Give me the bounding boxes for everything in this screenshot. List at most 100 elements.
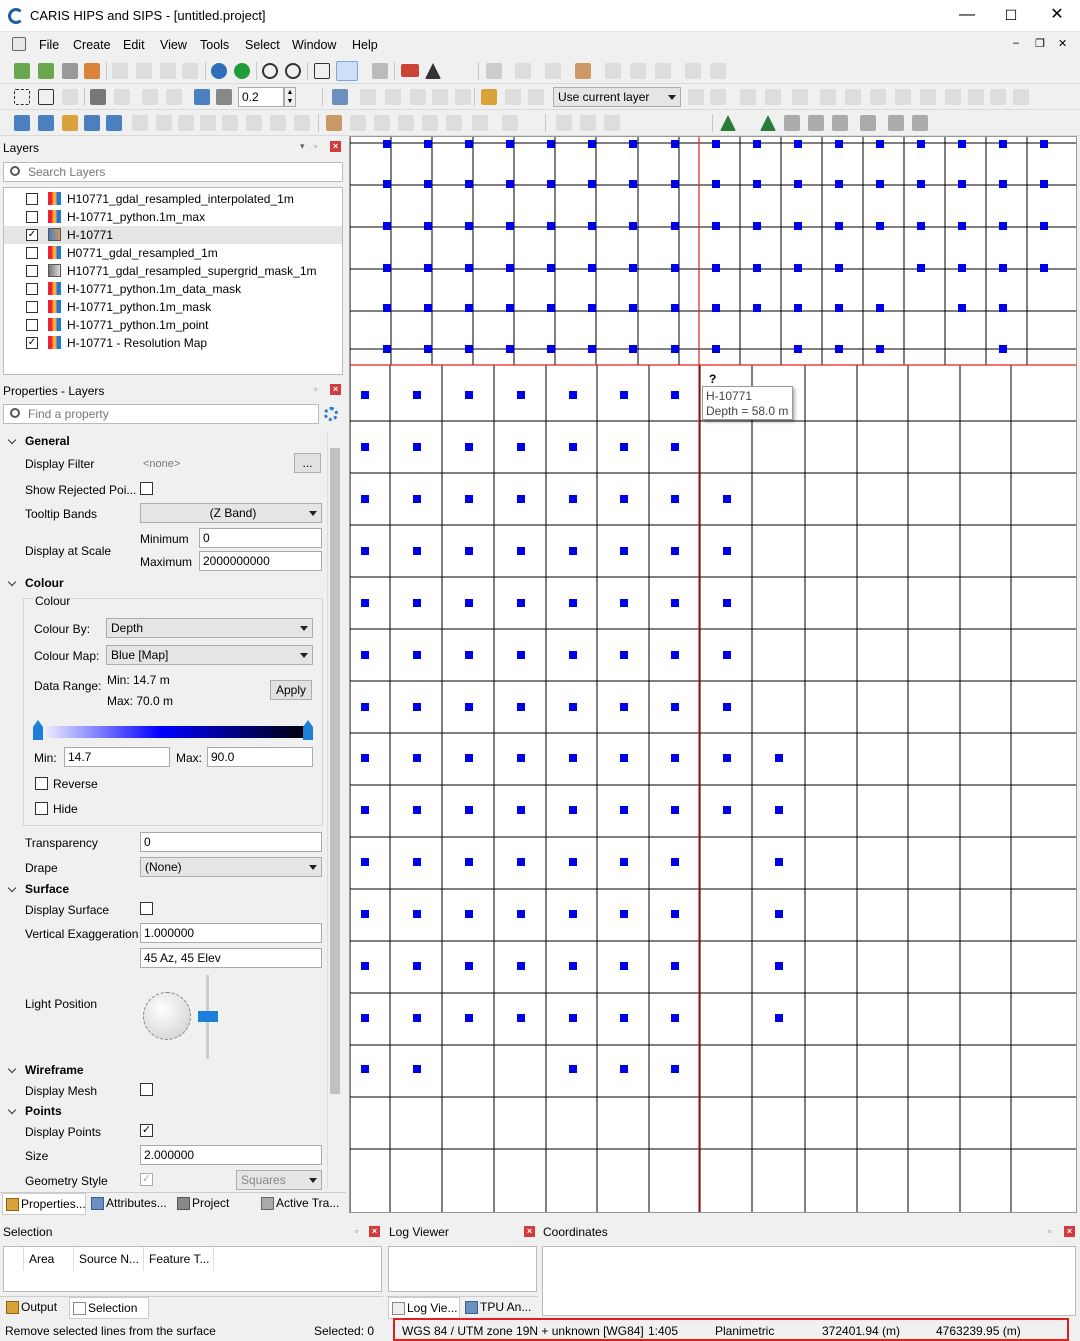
depth-point[interactable] <box>671 910 679 918</box>
depth-point[interactable] <box>794 222 802 230</box>
depth-point[interactable] <box>958 140 966 148</box>
link-icon[interactable] <box>62 63 78 79</box>
depth-point[interactable] <box>413 651 421 659</box>
tool-icon[interactable] <box>200 115 216 131</box>
depth-point[interactable] <box>383 180 391 188</box>
depth-point[interactable] <box>775 754 783 762</box>
tooltip-bands-combo[interactable]: (Z Band) <box>140 503 322 523</box>
depth-point[interactable] <box>361 858 369 866</box>
tool-icon[interactable] <box>528 89 544 105</box>
zoom-out-icon[interactable] <box>285 63 301 79</box>
map-view[interactable] <box>349 136 1077 1213</box>
depth-point[interactable] <box>361 1014 369 1022</box>
depth-point[interactable] <box>999 304 1007 312</box>
depth-point[interactable] <box>517 910 525 918</box>
depth-point[interactable] <box>775 1014 783 1022</box>
save-icon[interactable] <box>112 63 128 79</box>
section-surface[interactable]: Surface <box>25 882 69 896</box>
depth-point[interactable] <box>547 345 555 353</box>
tool-icon[interactable] <box>845 89 861 105</box>
depth-point[interactable] <box>506 304 514 312</box>
snap-value-input[interactable]: 0.2 <box>238 87 284 107</box>
select-rect-icon[interactable] <box>14 89 30 105</box>
depth-point[interactable] <box>620 703 628 711</box>
depth-point[interactable] <box>876 140 884 148</box>
depth-point[interactable] <box>517 547 525 555</box>
depth-point[interactable] <box>671 703 679 711</box>
depth-point[interactable] <box>506 180 514 188</box>
snap-icon[interactable] <box>216 89 232 105</box>
tool-icon[interactable] <box>630 63 646 79</box>
tool-icon[interactable] <box>166 89 182 105</box>
tool-icon[interactable] <box>505 89 521 105</box>
depth-point[interactable] <box>1040 222 1048 230</box>
tool-icon[interactable] <box>398 115 414 131</box>
depth-point[interactable] <box>413 391 421 399</box>
depth-point[interactable] <box>712 304 720 312</box>
tool-icon[interactable] <box>332 89 348 105</box>
tool-icon[interactable] <box>888 115 904 131</box>
tool-icon[interactable] <box>740 89 756 105</box>
depth-point[interactable] <box>620 806 628 814</box>
depth-point[interactable] <box>671 264 679 272</box>
mdi-minimize-icon[interactable]: – <box>1013 37 1019 49</box>
tool-icon[interactable] <box>62 89 78 105</box>
depth-point[interactable] <box>569 962 577 970</box>
section-general[interactable]: General <box>25 434 70 448</box>
depth-point[interactable] <box>671 754 679 762</box>
depth-point[interactable] <box>958 222 966 230</box>
depth-point[interactable] <box>671 180 679 188</box>
depth-point[interactable] <box>876 180 884 188</box>
depth-point[interactable] <box>361 599 369 607</box>
depth-point[interactable] <box>361 391 369 399</box>
tab-project[interactable]: Project <box>174 1193 254 1215</box>
depth-point[interactable] <box>361 1065 369 1073</box>
tool-icon[interactable] <box>655 63 671 79</box>
depth-point[interactable] <box>465 599 473 607</box>
maximum-scale-input[interactable]: 2000000000 <box>199 551 322 571</box>
depth-point[interactable] <box>723 651 731 659</box>
depth-point[interactable] <box>383 345 391 353</box>
colour-min-input[interactable]: 14.7 <box>64 747 170 767</box>
depth-point[interactable] <box>917 264 925 272</box>
depth-point[interactable] <box>413 754 421 762</box>
depth-point[interactable] <box>753 222 761 230</box>
depth-point[interactable] <box>383 264 391 272</box>
layers-search-input[interactable]: Search Layers <box>3 162 343 182</box>
layer-visibility-checkbox[interactable] <box>26 319 38 331</box>
depth-point[interactable] <box>517 703 525 711</box>
tool-icon[interactable] <box>222 115 238 131</box>
depth-point[interactable] <box>424 345 432 353</box>
properties-close-icon[interactable]: × <box>330 384 341 395</box>
tab-selection[interactable]: Selection <box>69 1297 149 1319</box>
apply-button[interactable]: Apply <box>270 680 312 700</box>
depth-point[interactable] <box>465 140 473 148</box>
point-size-input[interactable]: 2.000000 <box>140 1145 322 1165</box>
minimum-scale-input[interactable]: 0 <box>199 528 322 548</box>
layer-visibility-checkbox[interactable] <box>26 211 38 223</box>
depth-point[interactable] <box>588 140 596 148</box>
map-grid[interactable] <box>350 137 1077 1213</box>
zoom-in-icon[interactable] <box>262 63 278 79</box>
depth-point[interactable] <box>620 1014 628 1022</box>
tool-icon[interactable] <box>374 115 390 131</box>
depth-point[interactable] <box>876 304 884 312</box>
layer-item[interactable]: H10771_gdal_resampled_interpolated_1m <box>4 190 342 208</box>
depth-point[interactable] <box>588 222 596 230</box>
surface-icon[interactable] <box>720 115 736 131</box>
depth-point[interactable] <box>1040 180 1048 188</box>
depth-point[interactable] <box>383 140 391 148</box>
tool-icon[interactable] <box>515 63 531 79</box>
layer-target-combo[interactable]: Use current layer <box>553 87 681 107</box>
section-wireframe[interactable]: Wireframe <box>25 1063 84 1077</box>
tool-icon[interactable] <box>142 89 158 105</box>
layer-visibility-checkbox[interactable] <box>26 265 38 277</box>
depth-point[interactable] <box>775 806 783 814</box>
terrain-icon[interactable] <box>425 63 441 79</box>
tool-icon[interactable] <box>385 89 401 105</box>
depth-point[interactable] <box>723 806 731 814</box>
layer-item[interactable]: ✓ H-10771 - Resolution Map <box>4 334 342 352</box>
select-pointer-icon[interactable] <box>336 61 358 81</box>
mdi-close-icon[interactable]: ✕ <box>1058 37 1067 50</box>
column-feature-type[interactable]: Feature T... <box>144 1247 214 1271</box>
